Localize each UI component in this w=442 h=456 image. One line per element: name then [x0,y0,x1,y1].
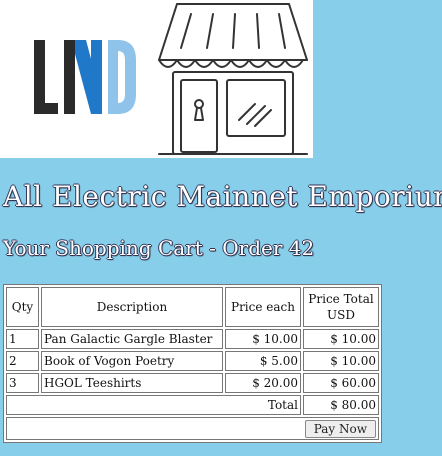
total-label: Total [6,395,301,415]
row-price-each: $ 5.00 [225,351,301,371]
store-title: All Electric Mainnet Emporium [3,180,442,213]
pay-now-button[interactable]: Pay Now [304,419,376,438]
cart-title: Your Shopping Cart - Order 42 [3,236,315,260]
row-price-total: $ 60.00 [303,373,379,393]
table-row: 2 Book of Vogon Poetry $ 5.00 $ 10.00 [6,351,379,371]
row-price-total: $ 10.00 [303,351,379,371]
table-row: 1 Pan Galactic Gargle Blaster $ 10.00 $ … [6,329,379,349]
pay-row: Pay Now [6,417,379,440]
column-header-description: Description [41,287,223,327]
row-description: Book of Vogon Poetry [41,351,223,371]
row-description: Pan Galactic Gargle Blaster [41,329,223,349]
storefront-icon [158,3,308,155]
column-header-price-each: Price each [225,287,301,327]
row-price-each: $ 20.00 [225,373,301,393]
row-price-total: $ 10.00 [303,329,379,349]
header-row: Qty Description Price each Price Total U… [6,287,379,327]
column-header-price-total: Price Total USD [303,287,379,327]
table-row: 3 HGOL Teeshirts $ 20.00 $ 60.00 [6,373,379,393]
total-value: $ 80.00 [303,395,379,415]
total-row: Total $ 80.00 [6,395,379,415]
row-price-each: $ 10.00 [225,329,301,349]
header-banner [0,0,313,158]
column-header-qty: Qty [6,287,39,327]
pay-cell: Pay Now [6,417,379,440]
row-qty: 2 [6,351,39,371]
cart-table-header: Qty Description Price each Price Total U… [6,287,379,327]
row-qty: 1 [6,329,39,349]
row-description: HGOL Teeshirts [41,373,223,393]
lnd-logo-icon [34,40,136,114]
cart-table: Qty Description Price each Price Total U… [3,284,382,443]
row-qty: 3 [6,373,39,393]
